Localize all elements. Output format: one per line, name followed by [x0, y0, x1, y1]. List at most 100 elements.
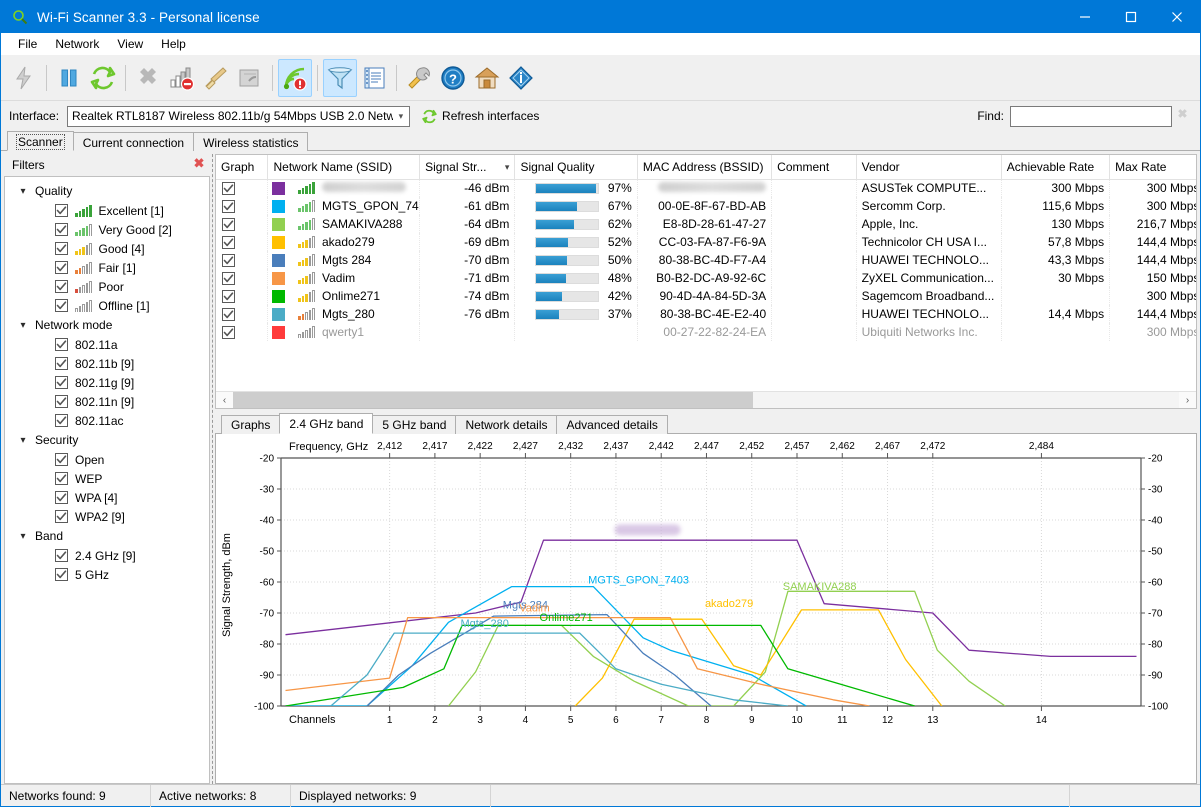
column-header-ssid[interactable]: Network Name (SSID) [267, 155, 421, 180]
filter-item[interactable]: 802.11b [9] [5, 354, 209, 373]
column-header-vendor[interactable]: Vendor [856, 155, 1002, 180]
filter-group-security[interactable]: ▾ Security [5, 430, 209, 450]
chevron-down-icon[interactable]: ▾ [15, 531, 31, 542]
menu-help[interactable]: Help [152, 35, 195, 53]
filter-checkbox[interactable] [55, 568, 68, 581]
column-header-achievable[interactable]: Achievable Rate [1001, 155, 1111, 180]
filter-checkbox[interactable] [55, 357, 68, 370]
scroll-track[interactable] [233, 391, 1179, 408]
filter-checkbox[interactable] [55, 280, 68, 293]
tab-current-connection[interactable]: Current connection [72, 132, 195, 151]
graph-tab-5-ghz-band[interactable]: 5 GHz band [372, 415, 457, 434]
filter-item[interactable]: 5 GHz [5, 565, 209, 584]
filter-checkbox[interactable] [55, 472, 68, 485]
table-row[interactable]: SAMAKIVA288 -64 dBm 62% E8-8D-28-61-47-27 Ap… [216, 215, 1196, 233]
menu-view[interactable]: View [108, 35, 152, 53]
broom-clean-icon[interactable] [199, 59, 233, 97]
filter-checkbox[interactable] [55, 204, 68, 217]
filter-item[interactable]: Excellent [1] [5, 201, 209, 220]
filter-item[interactable]: 2.4 GHz [9] [5, 546, 209, 565]
filter-group-network-mode[interactable]: ▾ Network mode [5, 315, 209, 335]
column-header-bssid[interactable]: MAC Address (BSSID) [637, 155, 773, 180]
filter-checkbox[interactable] [55, 414, 68, 427]
row-checkbox[interactable] [222, 199, 235, 213]
table-row[interactable]: Mgts_280 -76 dBm 37% 80-38-BC-4E-E2-40 HUAWE… [216, 305, 1196, 323]
refresh-icon[interactable] [86, 59, 120, 97]
clear-search-icon[interactable] [1172, 108, 1192, 124]
filter-item[interactable]: Offline [1] [5, 296, 209, 315]
column-header-graph[interactable]: Graph [216, 155, 269, 180]
chevron-down-icon[interactable]: ▾ [15, 186, 31, 197]
filter-checkbox[interactable] [55, 491, 68, 504]
row-checkbox[interactable] [222, 235, 235, 249]
row-checkbox[interactable] [222, 253, 235, 267]
table-row[interactable]: qwerty1 00-27-22-82-24-EA Ubiquiti Network… [216, 323, 1196, 341]
filter-checkbox[interactable] [55, 338, 68, 351]
filter-item[interactable]: Fair [1] [5, 258, 209, 277]
about-info-icon[interactable] [504, 59, 538, 97]
filter-item[interactable]: WPA [4] [5, 488, 209, 507]
filter-checkbox[interactable] [55, 453, 68, 466]
filter-item[interactable]: Good [4] [5, 239, 209, 258]
row-checkbox[interactable] [222, 289, 235, 303]
table-row[interactable]: akado279 -69 dBm 52% CC-03-FA-87-F6-9A Techn… [216, 233, 1196, 251]
scroll-left-icon[interactable]: ‹ [216, 395, 233, 406]
cell-graph[interactable] [216, 269, 269, 287]
column-header-signal[interactable]: Signal Str... ▾ [419, 155, 516, 180]
filter-item[interactable]: WPA2 [9] [5, 507, 209, 526]
home-icon[interactable] [470, 59, 504, 97]
cell-graph[interactable] [216, 287, 269, 305]
filter-checkbox[interactable] [55, 299, 68, 312]
menu-file[interactable]: File [9, 35, 46, 53]
row-checkbox[interactable] [222, 307, 235, 321]
close-filters-icon[interactable] [192, 157, 206, 174]
column-header-comment[interactable]: Comment [771, 155, 857, 180]
log-notebook-icon[interactable] [357, 59, 391, 97]
tab-wireless-statistics[interactable]: Wireless statistics [193, 132, 309, 151]
refresh-interfaces-button[interactable]: Refresh interfaces [422, 109, 539, 124]
filter-funnel-icon[interactable] [323, 58, 357, 97]
cell-graph[interactable] [216, 323, 269, 341]
tab-scanner[interactable]: Scanner [7, 131, 74, 151]
cell-graph[interactable] [216, 233, 269, 251]
graph-tab-2-4-ghz-band[interactable]: 2.4 GHz band [279, 413, 374, 434]
filter-checkbox[interactable] [55, 549, 68, 562]
table-row[interactable]: Mgts 284 -70 dBm 50% 80-38-BC-4D-F7-A4 HUAWE… [216, 251, 1196, 269]
row-checkbox[interactable] [222, 325, 235, 339]
cell-graph[interactable] [216, 197, 269, 215]
search-input[interactable] [1010, 105, 1172, 127]
filter-item[interactable]: 802.11ac [5, 411, 209, 430]
column-header-max[interactable]: Max Rate [1109, 155, 1196, 180]
menu-network[interactable]: Network [46, 35, 108, 53]
filter-group-band[interactable]: ▾ Band [5, 526, 209, 546]
interface-select[interactable]: Realtek RTL8187 Wireless 802.11b/g 54Mbp… [67, 105, 411, 127]
chevron-down-icon[interactable]: ▾ [15, 435, 31, 446]
filter-group-quality[interactable]: ▾ Quality [5, 181, 209, 201]
scroll-thumb[interactable] [233, 391, 754, 408]
filter-item[interactable]: Open [5, 450, 209, 469]
row-checkbox[interactable] [222, 217, 235, 231]
graph-tab-advanced-details[interactable]: Advanced details [556, 415, 668, 434]
help-icon[interactable]: ? [436, 59, 470, 97]
filter-item[interactable]: WEP [5, 469, 209, 488]
pause-icon[interactable] [52, 59, 86, 97]
cell-graph[interactable] [216, 215, 269, 233]
minimize-button[interactable] [1062, 1, 1108, 33]
filter-checkbox[interactable] [55, 510, 68, 523]
cell-graph[interactable] [216, 179, 269, 197]
filter-checkbox[interactable] [55, 242, 68, 255]
maximize-button[interactable] [1108, 1, 1154, 33]
graph-tab-network-details[interactable]: Network details [455, 415, 558, 434]
delete-icon[interactable] [131, 59, 165, 97]
filter-item[interactable]: Poor [5, 277, 209, 296]
cell-graph[interactable] [216, 251, 269, 269]
filter-item[interactable]: Very Good [2] [5, 220, 209, 239]
table-horizontal-scrollbar[interactable]: ‹ › [216, 391, 1196, 408]
settings-wrench-icon[interactable] [402, 59, 436, 97]
table-row[interactable]: MGTS_GPON_7403-61 dBm 67% 00-0E-8F-67-BD-A… [216, 197, 1196, 215]
row-checkbox[interactable] [222, 271, 235, 285]
filter-item[interactable]: 802.11g [9] [5, 373, 209, 392]
filter-checkbox[interactable] [55, 376, 68, 389]
filters-tree[interactable]: ▾ Quality Excellent [1] Very Good [2] Good [… [4, 176, 210, 784]
signal-alert-icon[interactable] [278, 58, 312, 97]
